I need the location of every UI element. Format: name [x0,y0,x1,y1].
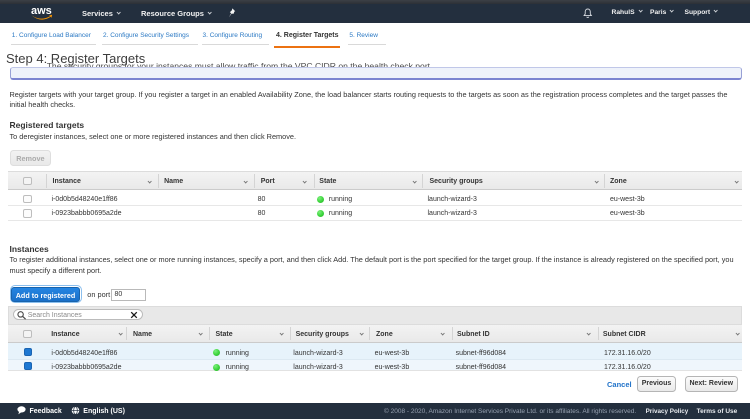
svg-text:aws: aws [31,5,52,17]
